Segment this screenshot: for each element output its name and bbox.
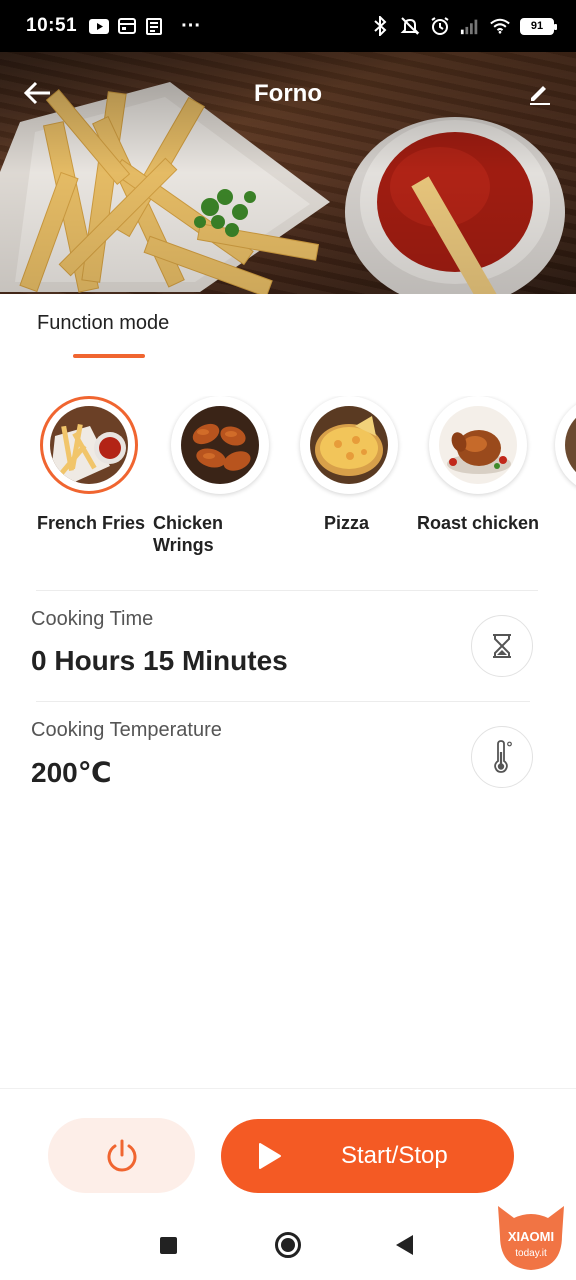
mode-french-fries[interactable]: French Fries — [37, 396, 167, 534]
tab-function-mode-label: Function mode — [37, 312, 170, 334]
cooking-time-label: Cooking Time — [31, 608, 154, 630]
cooking-temperature-value: 200℃ — [31, 757, 112, 788]
mode-next-ring — [555, 396, 576, 494]
svg-text:XIAOMI: XIAOMI — [508, 1229, 554, 1244]
header-bar: Forno — [0, 52, 576, 136]
cooking-time-row[interactable]: Cooking Time 0 Hours 15 Minutes — [31, 608, 541, 700]
battery-icon: 91 — [520, 17, 557, 35]
french-fries-thumbnail — [50, 406, 128, 484]
back-arrow-icon — [23, 81, 50, 105]
next-mode-thumbnail — [565, 406, 576, 484]
xiaomi-today-watermark: XIAOMI today.it — [490, 1196, 572, 1274]
status-bar: 10:51 ··· 91 — [0, 0, 576, 52]
youtube-icon — [89, 16, 110, 36]
alarm-icon — [430, 16, 450, 36]
mode-roast-chicken[interactable]: Roast chicken — [417, 396, 547, 534]
mode-label: Roast chicken — [417, 513, 540, 533]
play-icon — [259, 1143, 281, 1169]
svg-text:today.it: today.it — [515, 1248, 547, 1259]
wifi-icon — [490, 16, 510, 36]
back-button[interactable] — [20, 76, 54, 110]
mode-label: French Fries — [37, 513, 146, 533]
mode-chicken-wrings-ring — [171, 396, 269, 494]
roast-chicken-thumbnail — [439, 406, 517, 484]
tab-indicator — [73, 354, 145, 358]
mute-icon — [400, 16, 420, 36]
divider — [36, 701, 530, 702]
power-icon — [107, 1139, 136, 1171]
mode-chicken-wrings[interactable]: Chicken Wrings — [153, 396, 283, 556]
signal-icon — [460, 16, 480, 36]
pizza-thumbnail — [310, 406, 388, 484]
recents-button[interactable] — [160, 1237, 177, 1254]
divider — [36, 590, 538, 591]
timer-button[interactable] — [471, 615, 533, 677]
mode-label: Chicken Wrings — [153, 513, 224, 555]
temperature-button[interactable] — [471, 726, 533, 788]
mode-label: Pizza — [324, 513, 370, 533]
power-button[interactable] — [48, 1118, 195, 1193]
edit-button[interactable] — [522, 76, 556, 110]
tab-function-mode[interactable]: Function mode — [37, 312, 170, 358]
chicken-wings-thumbnail — [181, 406, 259, 484]
mode-pizza[interactable]: Pizza — [282, 396, 412, 534]
mode-partial-next[interactable] — [555, 396, 576, 494]
news-icon — [145, 16, 165, 36]
pencil-icon — [530, 86, 550, 105]
cooking-time-value: 0 Hours 15 Minutes — [31, 645, 288, 676]
start-stop-button[interactable]: Start/Stop — [221, 1119, 514, 1193]
page-title: Forno — [254, 80, 322, 107]
mode-roast-chicken-ring — [429, 396, 527, 494]
cooking-temperature-row[interactable]: Cooking Temperature 200℃ — [31, 719, 541, 811]
bluetooth-icon — [370, 16, 390, 36]
cooking-temperature-label: Cooking Temperature — [31, 719, 222, 741]
mode-french-fries-ring — [40, 396, 138, 494]
calendar-icon — [117, 16, 137, 36]
system-back-button[interactable] — [396, 1235, 413, 1255]
mode-list[interactable]: French Fries Chicken Wrings Pizza Roast … — [0, 396, 576, 566]
status-right-icons: 91 — [370, 16, 557, 36]
hourglass-icon — [493, 634, 511, 658]
mode-pizza-ring — [300, 396, 398, 494]
status-left-icons: ··· — [89, 15, 201, 38]
start-stop-label: Start/Stop — [341, 1142, 448, 1169]
home-button[interactable] — [275, 1232, 301, 1258]
thermometer-icon — [494, 740, 512, 773]
status-time: 10:51 — [26, 15, 78, 36]
more-notifications-icon: ··· — [181, 14, 202, 37]
